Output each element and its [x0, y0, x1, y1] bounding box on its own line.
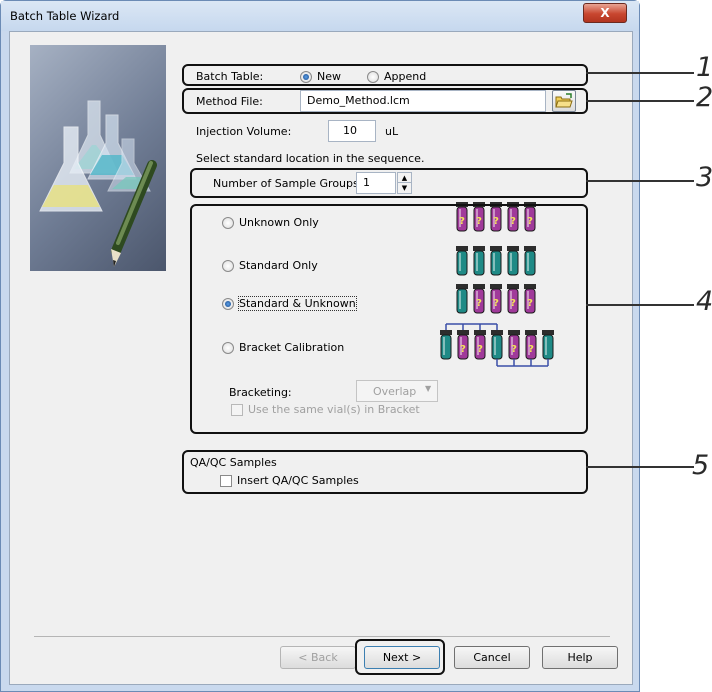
help-button[interactable]: Help: [542, 646, 618, 669]
batch-table-wizard-window: Batch Table Wizard X Batch Table: New Ap…: [0, 0, 640, 692]
callout-number-3: 3: [696, 162, 712, 193]
title-bar: Batch Table Wizard X: [1, 1, 639, 31]
callout-number-1: 1: [696, 52, 712, 83]
highlight-box-4: [190, 204, 588, 434]
instruction-text: Select standard location in the sequence…: [196, 152, 425, 165]
callout-line-2: [586, 100, 694, 102]
window-title: Batch Table Wizard: [10, 9, 120, 23]
callout-line-4: [586, 304, 694, 306]
injection-volume-input[interactable]: 10: [328, 120, 376, 142]
back-button[interactable]: < Back: [280, 646, 356, 669]
next-button-highlight: [355, 639, 445, 675]
injection-volume-unit: uL: [385, 125, 399, 138]
callout-line-5: [586, 466, 694, 468]
cancel-button[interactable]: Cancel: [454, 646, 530, 669]
flask-illustration: [30, 45, 166, 271]
callout-line-1: [586, 72, 694, 74]
callout-number-4: 4: [696, 286, 712, 317]
callout-line-3: [586, 180, 694, 182]
highlight-box-5: [182, 450, 588, 494]
close-button[interactable]: X: [583, 3, 627, 23]
wizard-client-area: Batch Table: New Append Method File: Dem…: [9, 31, 633, 685]
callout-number-5: 5: [692, 450, 710, 481]
callout-number-2: 2: [696, 82, 712, 113]
highlight-box-2: [182, 88, 588, 114]
injection-volume-label: Injection Volume:: [196, 125, 292, 138]
footer-separator: [34, 636, 610, 637]
highlight-box-3: [190, 168, 588, 198]
highlight-box-1: [182, 64, 588, 86]
